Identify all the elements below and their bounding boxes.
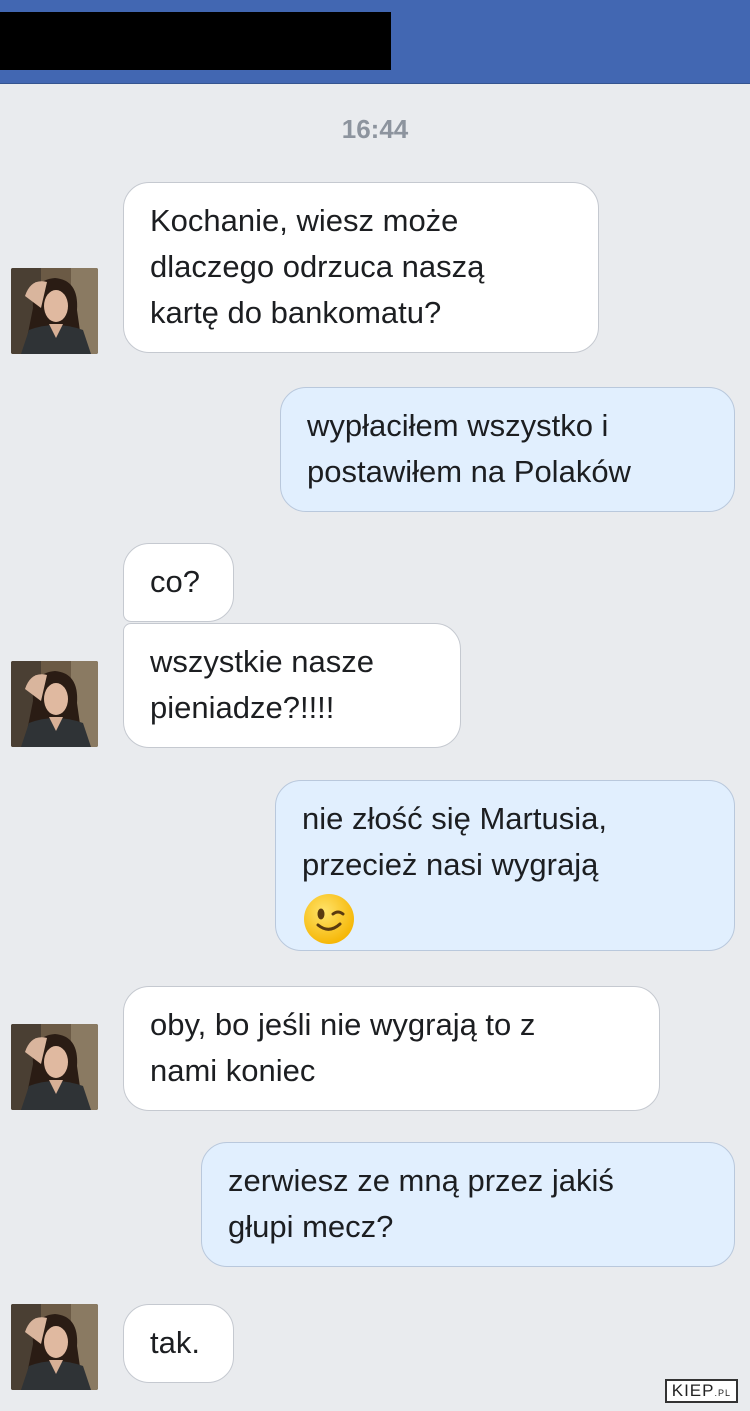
message-line: Kochanie, wiesz może <box>150 203 459 238</box>
watermark-text: KIEP <box>671 1381 715 1400</box>
profile-photo-icon <box>11 661 98 747</box>
profile-photo-icon <box>11 1304 98 1390</box>
message-bubble-incoming[interactable]: co? <box>123 543 234 622</box>
message-bubble-incoming[interactable]: wszystkie nasze pieniadze?!!!! <box>123 623 461 748</box>
message-line: co? <box>150 564 200 599</box>
message-line: kartę do bankomatu? <box>150 295 442 330</box>
message-line: oby, bo jeśli nie wygrają to z <box>150 1007 536 1042</box>
contact-avatar[interactable] <box>11 661 98 747</box>
contact-avatar[interactable] <box>11 1024 98 1110</box>
message-line: zerwiesz ze mną przez jakiś <box>228 1163 614 1198</box>
message-line: wypłaciłem wszystko i <box>307 408 609 443</box>
message-line: postawiłem na Polaków <box>307 454 631 489</box>
message-bubble-outgoing[interactable]: wypłaciłem wszystko i postawiłem na Pola… <box>280 387 735 512</box>
message-bubble-incoming[interactable]: Kochanie, wiesz może dlaczego odrzuca na… <box>123 182 599 353</box>
message-bubble-outgoing[interactable]: nie złość się Martusia, przecież nasi wy… <box>275 780 735 951</box>
message-bubble-outgoing[interactable]: zerwiesz ze mną przez jakiś głupi mecz? <box>201 1142 735 1267</box>
conversation-header <box>0 0 750 84</box>
profile-photo-icon <box>11 268 98 354</box>
winking-face-emoji-icon <box>302 892 356 959</box>
message-line: tak. <box>150 1325 200 1360</box>
message-line: pieniadze?!!!! <box>150 690 335 725</box>
message-bubble-incoming[interactable]: tak. <box>123 1304 234 1383</box>
message-line: dlaczego odrzuca naszą <box>150 249 485 284</box>
profile-photo-icon <box>11 1024 98 1110</box>
contact-avatar[interactable] <box>11 268 98 354</box>
message-line: nie złość się Martusia, <box>302 801 607 836</box>
message-line: przecież nasi wygrają <box>302 847 599 882</box>
kiep-watermark: KIEP.PL <box>664 1379 738 1403</box>
contact-avatar[interactable] <box>11 1304 98 1390</box>
message-line: wszystkie nasze <box>150 644 374 679</box>
watermark-suffix: .PL <box>714 1388 731 1398</box>
redacted-contact-name <box>0 12 391 70</box>
message-line: nami koniec <box>150 1053 316 1088</box>
message-timestamp: 16:44 <box>341 114 409 144</box>
message-bubble-incoming[interactable]: oby, bo jeśli nie wygrają to z nami koni… <box>123 986 660 1111</box>
message-line: głupi mecz? <box>228 1209 394 1244</box>
